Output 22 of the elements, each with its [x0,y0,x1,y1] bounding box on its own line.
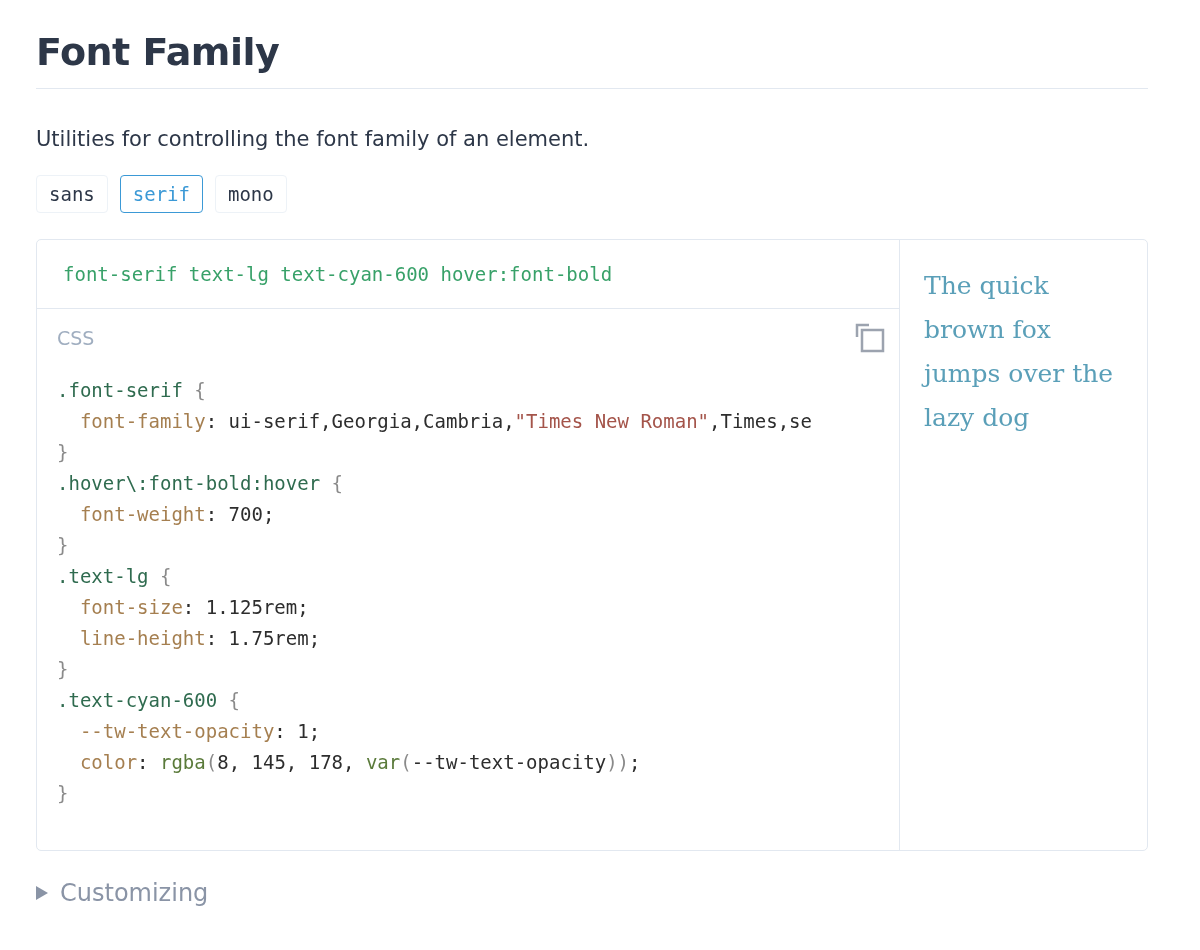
code-line: } [57,781,69,806]
code-line: color: rgba(8, 145, 178, var(--tw-text-opacity)); [78,750,641,775]
description: Utilities for controlling the font family of an element. [36,126,591,153]
code-line: --tw-text-opacity: 1; [78,719,321,744]
code-line: } [57,440,69,465]
font-tab[interactable]: sans [36,175,108,213]
code-line: font-family: ui-serif,Georgia,Cambria,"Times New Roman",Times,se [78,409,812,434]
font-tab[interactable]: mono [214,175,287,213]
copy-icon[interactable] [855,323,885,353]
code-line: line-height: 1.75rem; [78,626,321,651]
code-line: .font-serif { [57,378,206,403]
code-line: font-weight: 700; [78,502,275,527]
class-list: font-serif text-lg text-cyan-600 hover:font-bold [37,240,899,309]
code-line: .hover\:font-bold:hover { [57,471,343,496]
code-line: .text-cyan-600 { [57,688,241,713]
code-line: } [57,657,69,682]
triangle-icon [36,886,48,900]
code-line: font-size: 1.125rem; [78,595,309,620]
code-language: CSS [57,327,95,349]
code-line: .text-lg { [57,564,172,589]
page-title: Font Family [36,29,281,76]
code-line: } [57,533,69,558]
